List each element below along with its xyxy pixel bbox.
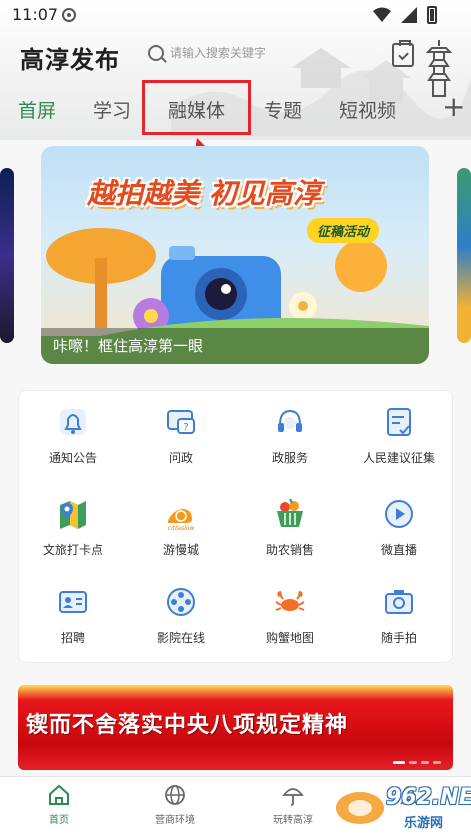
page-dot — [393, 761, 405, 764]
banner-title: 越拍越美 初见高淳 — [87, 177, 321, 210]
banner-badge: 征稿活动 — [307, 218, 380, 243]
tab-short-video[interactable]: 短视频 — [339, 96, 396, 123]
service-live[interactable]: 微直播 — [345, 483, 453, 567]
page-dot — [409, 761, 417, 764]
service-cinema[interactable]: 影院在线 — [127, 571, 235, 655]
service-farm-sales[interactable]: 助农销售 — [236, 483, 344, 567]
service-label: 购蟹地图 — [265, 631, 314, 645]
tab-home[interactable]: 首屏 — [18, 96, 56, 123]
service-crab-map[interactable]: 购蟹地图 — [236, 571, 344, 655]
watermark-subtext: 乐游网 — [404, 816, 444, 831]
live-play-icon — [385, 500, 413, 528]
service-label: 影院在线 — [156, 631, 205, 645]
service-snapshot[interactable]: 随手拍 — [345, 571, 453, 655]
svg-text:cittaslow: cittaslow — [168, 525, 195, 531]
service-label: 游慢城 — [162, 543, 199, 557]
svg-text:?: ? — [183, 422, 188, 433]
cittaslow-snail-icon: cittaslow — [168, 509, 195, 531]
banner-carousel[interactable]: 越拍越美 初见高淳 征稿活动 咔嚓！框住高淳第一眼 — [0, 146, 471, 366]
tab-study[interactable]: 学习 — [93, 96, 131, 123]
suggestion-form-icon — [387, 408, 411, 436]
promo-text: 锲而不舍落实中央八项规定精神 — [26, 713, 349, 738]
service-inquiry[interactable]: ? 问政 — [127, 391, 235, 475]
umbrella-icon — [282, 788, 304, 806]
add-channel-button[interactable]: + — [442, 92, 465, 122]
camera-icon — [385, 590, 413, 614]
app-brand-title: 高淳发布 — [20, 46, 120, 74]
shield-status-icon — [62, 8, 76, 22]
id-card-icon — [59, 591, 87, 613]
service-label: 微直播 — [380, 543, 417, 557]
service-notice[interactable]: 通知公告 — [19, 391, 127, 475]
nav-label: 营商环境 — [155, 815, 195, 826]
page-dot — [421, 761, 429, 764]
next-banner-peek[interactable] — [457, 168, 471, 343]
film-reel-icon — [167, 588, 195, 616]
search-placeholder: 请输入搜索关键字 — [170, 46, 267, 60]
service-label: 文旅打卡点 — [42, 543, 103, 557]
banner-card[interactable]: 越拍越美 初见高淳 征稿活动 咔嚓！框住高淳第一眼 — [41, 146, 429, 364]
nav-label: 首页 — [49, 815, 69, 826]
status-bar: 11:07 — [0, 0, 471, 30]
previous-banner-peek[interactable] — [0, 168, 14, 343]
promo-pagination — [393, 761, 441, 764]
service-slow-city[interactable]: cittaslow 游慢城 — [127, 483, 235, 567]
search-icon — [148, 44, 164, 61]
banner-caption: 咔嚓！框住高淳第一眼 — [53, 337, 204, 355]
question-chat-icon: ? — [167, 410, 195, 434]
signal-icon — [401, 7, 417, 23]
highlight-box — [142, 80, 251, 135]
service-label: 通知公告 — [48, 451, 97, 465]
watermark-text: 962.NET — [386, 785, 471, 810]
promo-banner[interactable]: 锲而不舍落实中央八项规定精神 — [18, 685, 453, 770]
service-label: 招聘 — [60, 631, 85, 645]
globe-icon — [165, 785, 185, 805]
service-label: 随手拍 — [380, 631, 417, 645]
services-grid: 通知公告 ? 问政 政服务 人民建议征集 文旅打卡点 cittaslow 游慢城… — [18, 390, 453, 663]
battery-icon — [427, 6, 437, 24]
service-checkin[interactable]: 文旅打卡点 — [19, 483, 127, 567]
page-dot — [433, 761, 441, 764]
tab-topics[interactable]: 专题 — [264, 96, 302, 123]
map-pin-icon — [60, 501, 86, 529]
service-label: 助农销售 — [265, 543, 314, 557]
service-label: 政服务 — [271, 451, 308, 465]
status-icons — [373, 6, 437, 24]
crab-icon — [275, 591, 305, 611]
clipboard-check-icon[interactable] — [392, 40, 414, 67]
service-gov[interactable]: 政服务 — [236, 391, 344, 475]
headset-icon — [278, 409, 302, 432]
home-icon — [49, 784, 69, 805]
status-time: 11:07 — [12, 5, 59, 24]
service-label: 问政 — [168, 451, 193, 465]
service-label: 人民建议征集 — [362, 451, 435, 465]
nav-business[interactable]: 营商环境 — [130, 783, 220, 826]
nav-home[interactable]: 首页 — [14, 783, 104, 826]
bell-icon — [60, 409, 86, 435]
service-suggestions[interactable]: 人民建议征集 — [345, 391, 453, 475]
service-jobs[interactable]: 招聘 — [19, 571, 127, 655]
produce-basket-icon — [277, 498, 303, 527]
wifi-icon — [373, 7, 391, 22]
search-bar[interactable]: 请输入搜索关键字 — [148, 44, 266, 61]
